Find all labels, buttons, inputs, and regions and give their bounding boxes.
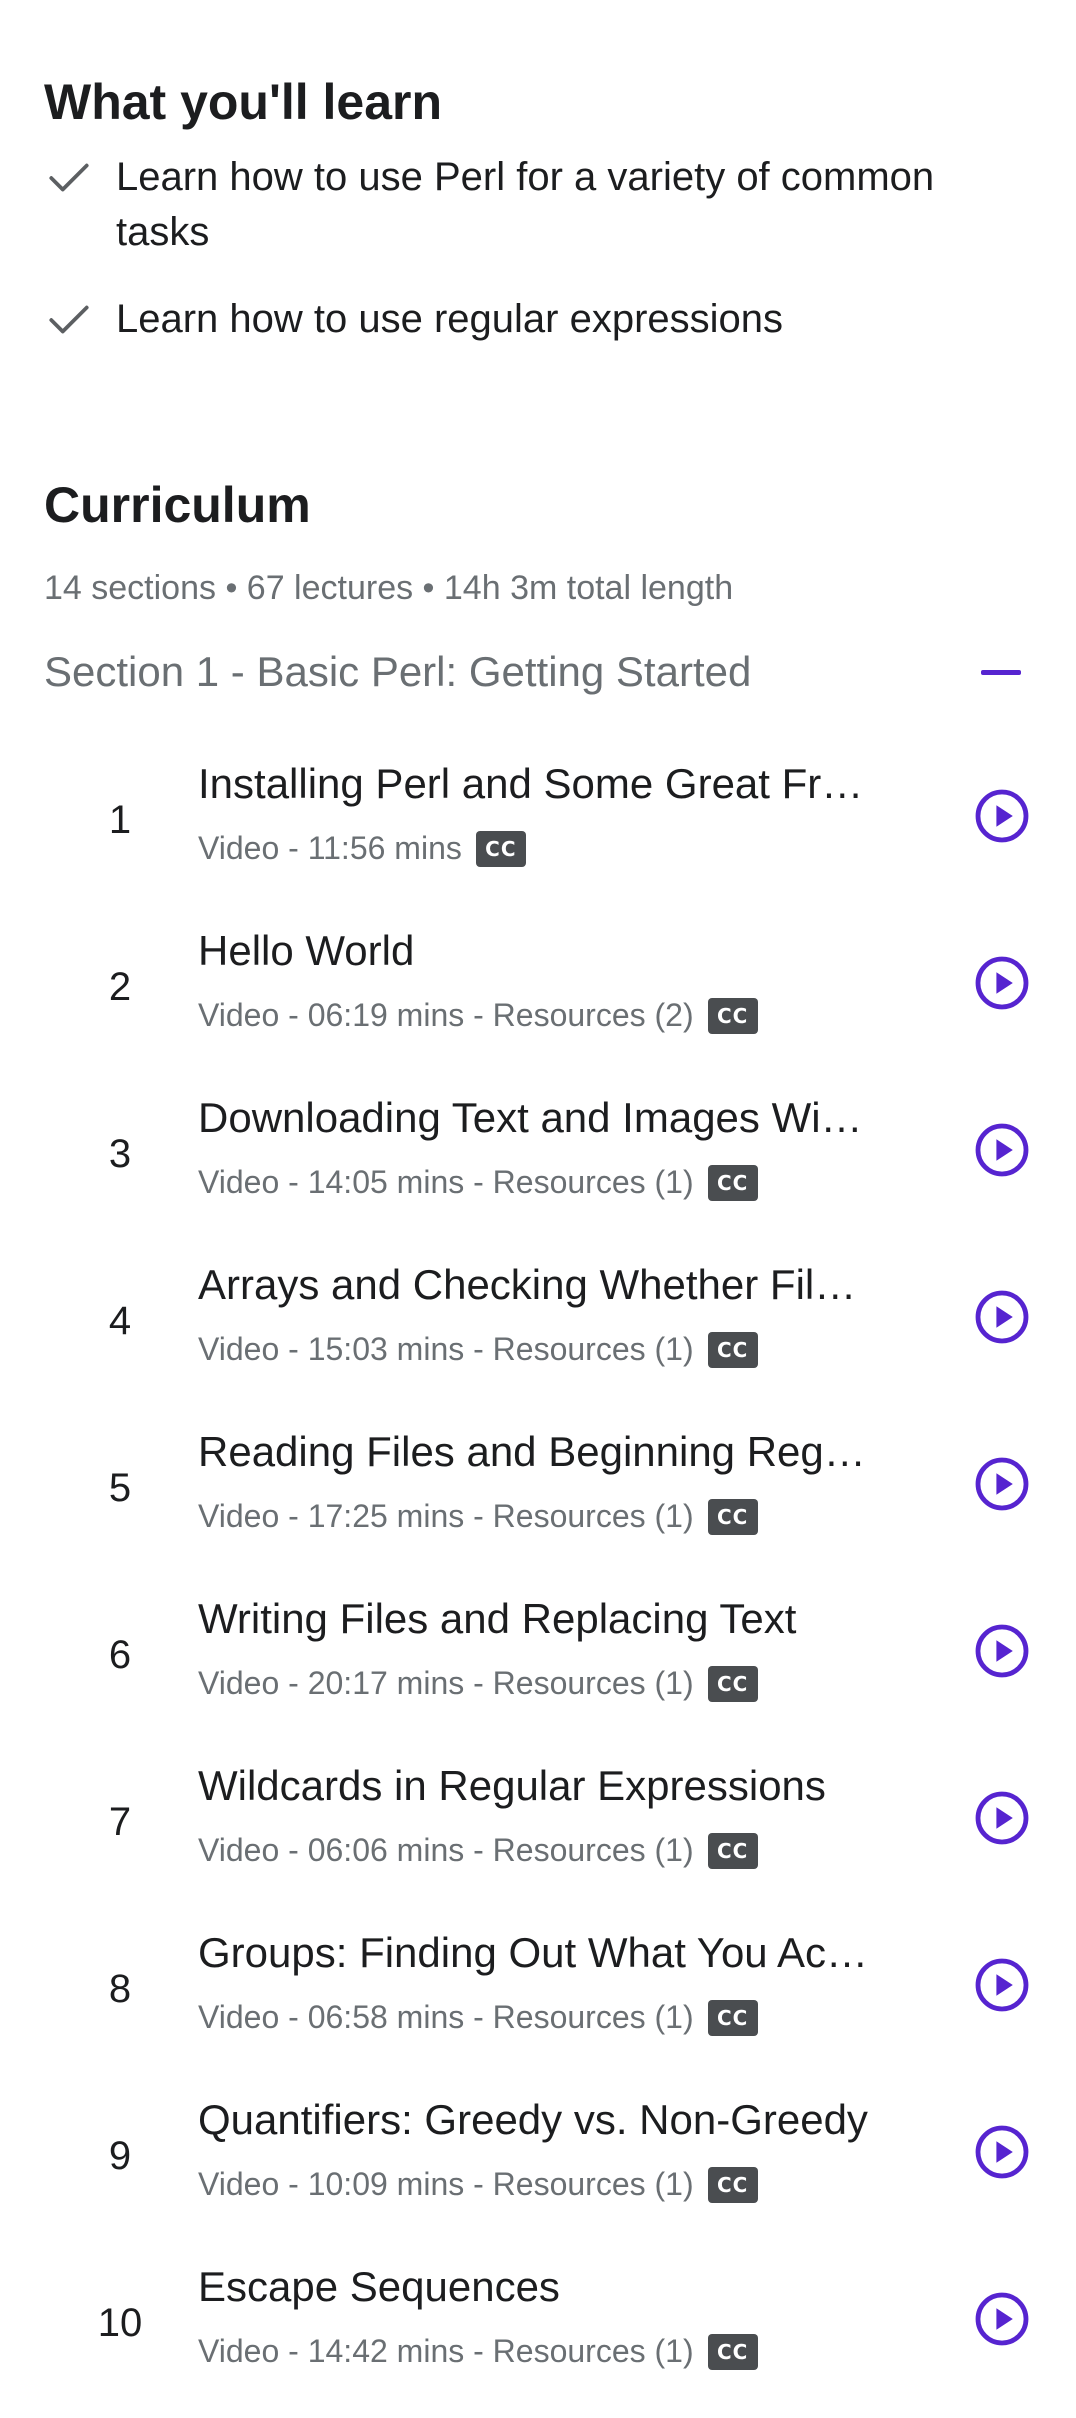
lecture-row[interactable]: 6 Writing Files and Replacing Text Video… bbox=[0, 1583, 1076, 1750]
section-title: Section 1 - Basic Perl: Getting Started bbox=[44, 648, 752, 695]
closed-captions-icon: CC bbox=[707, 2333, 758, 2370]
lecture-meta-row: Video - 10:09 mins - Resources (1) CC bbox=[198, 2166, 758, 2203]
check-icon bbox=[49, 305, 89, 334]
lecture-number: 9 bbox=[108, 2134, 132, 2178]
closed-captions-icon: CC bbox=[707, 1665, 758, 1702]
section-header[interactable]: Section 1 - Basic Perl: Getting Started bbox=[44, 644, 1034, 700]
lecture-title: Installing Perl and Some Great Fr… bbox=[198, 760, 864, 807]
play-circle-icon[interactable] bbox=[974, 788, 1030, 844]
play-circle-icon[interactable] bbox=[974, 1289, 1030, 1345]
lecture-meta: Video - 15:03 mins - Resources (1) bbox=[198, 1331, 694, 1367]
lecture-meta: Video - 06:19 mins - Resources (2) bbox=[198, 997, 694, 1033]
lecture-meta: Video - 10:09 mins - Resources (1) bbox=[198, 2166, 694, 2202]
lecture-meta-row: Video - 17:25 mins - Resources (1) CC bbox=[198, 1498, 758, 1535]
lecture-meta: Video - 17:25 mins - Resources (1) bbox=[198, 1498, 694, 1534]
lecture-row[interactable]: 1 Installing Perl and Some Great Fr… Vid… bbox=[0, 748, 1076, 915]
closed-captions-icon: CC bbox=[707, 1498, 758, 1535]
check-icon bbox=[49, 163, 89, 192]
lecture-title: Hello World bbox=[198, 927, 415, 974]
closed-captions-icon: CC bbox=[707, 1832, 758, 1869]
lecture-meta: Video - 06:58 mins - Resources (1) bbox=[198, 1999, 694, 2035]
learn-item: Learn how to use regular expressions bbox=[44, 292, 1034, 347]
lecture-title: Wildcards in Regular Expressions bbox=[198, 1762, 826, 1809]
lecture-number: 4 bbox=[108, 1299, 132, 1343]
lecture-meta-row: Video - 06:06 mins - Resources (1) CC bbox=[198, 1832, 758, 1869]
play-circle-icon[interactable] bbox=[974, 1456, 1030, 1512]
lecture-meta-row: Video - 06:58 mins - Resources (1) CC bbox=[198, 1999, 758, 2036]
lecture-row[interactable]: 8 Groups: Finding Out What You Ac… Video… bbox=[0, 1917, 1076, 2084]
lecture-meta: Video - 06:06 mins - Resources (1) bbox=[198, 1832, 694, 1868]
lecture-row[interactable]: 2 Hello World Video - 06:19 mins - Resou… bbox=[0, 915, 1076, 1082]
lecture-meta-row: Video - 20:17 mins - Resources (1) CC bbox=[198, 1665, 758, 1702]
play-circle-icon[interactable] bbox=[974, 2291, 1030, 2347]
what-youll-learn-section: What you'll learn Learn how to use Perl … bbox=[44, 72, 1034, 379]
lecture-title: Quantifiers: Greedy vs. Non-Greedy bbox=[198, 2096, 868, 2143]
curriculum-section: Curriculum 14 sections • 67 lectures • 1… bbox=[44, 475, 1034, 700]
learn-heading: What you'll learn bbox=[44, 74, 443, 130]
lecture-number: 3 bbox=[108, 1132, 132, 1176]
lecture-title: Escape Sequences bbox=[198, 2263, 560, 2310]
lecture-title: Reading Files and Beginning Reg… bbox=[198, 1428, 866, 1475]
lecture-number: 6 bbox=[108, 1633, 132, 1677]
closed-captions-icon: CC bbox=[707, 1999, 758, 2036]
lecture-meta-row: Video - 14:05 mins - Resources (1) CC bbox=[198, 1164, 758, 1201]
lecture-number: 5 bbox=[108, 1466, 132, 1510]
lecture-list: 1 Installing Perl and Some Great Fr… Vid… bbox=[0, 748, 1076, 2418]
play-circle-icon[interactable] bbox=[974, 955, 1030, 1011]
learn-item: Learn how to use Perl for a variety of c… bbox=[44, 150, 1034, 260]
play-circle-icon[interactable] bbox=[974, 2124, 1030, 2180]
play-circle-icon[interactable] bbox=[974, 1623, 1030, 1679]
lecture-row[interactable]: 4 Arrays and Checking Whether Fil… Video… bbox=[0, 1249, 1076, 1416]
lecture-title: Groups: Finding Out What You Ac… bbox=[198, 1929, 869, 1976]
play-circle-icon[interactable] bbox=[974, 1790, 1030, 1846]
lecture-number: 8 bbox=[108, 1967, 132, 2011]
closed-captions-icon: CC bbox=[707, 2166, 758, 2203]
learn-item-text: Learn how to use regular expressions bbox=[116, 297, 784, 341]
lecture-meta: Video - 20:17 mins - Resources (1) bbox=[198, 1665, 694, 1701]
lecture-title: Arrays and Checking Whether Fil… bbox=[198, 1261, 857, 1308]
lecture-meta: Video - 11:56 mins bbox=[198, 830, 462, 866]
closed-captions-icon: CC bbox=[707, 1164, 758, 1201]
lecture-meta-row: Video - 11:56 mins CC bbox=[198, 830, 526, 867]
closed-captions-icon: CC bbox=[707, 1331, 758, 1368]
lecture-number: 7 bbox=[108, 1800, 132, 1844]
lecture-title: Downloading Text and Images Wi… bbox=[198, 1094, 863, 1141]
curriculum-heading: Curriculum bbox=[44, 477, 311, 533]
learn-list: Learn how to use Perl for a variety of c… bbox=[44, 150, 1034, 347]
closed-captions-icon: CC bbox=[475, 830, 526, 867]
lecture-meta-row: Video - 15:03 mins - Resources (1) CC bbox=[198, 1331, 758, 1368]
lecture-meta: Video - 14:42 mins - Resources (1) bbox=[198, 2333, 694, 2369]
lecture-meta-row: Video - 06:19 mins - Resources (2) CC bbox=[198, 997, 758, 1034]
curriculum-meta: 14 sections • 67 lectures • 14h 3m total… bbox=[44, 569, 734, 607]
minus-icon[interactable] bbox=[978, 649, 1024, 695]
lecture-row[interactable]: 10 Escape Sequences Video - 14:42 mins -… bbox=[0, 2251, 1076, 2418]
lecture-number: 2 bbox=[108, 965, 132, 1009]
lecture-meta: Video - 14:05 mins - Resources (1) bbox=[198, 1164, 694, 1200]
learn-item-text: Learn how to use Perl for a variety of c… bbox=[116, 155, 935, 254]
lecture-row[interactable]: 5 Reading Files and Beginning Reg… Video… bbox=[0, 1416, 1076, 1583]
lecture-row[interactable]: 7 Wildcards in Regular Expressions Video… bbox=[0, 1750, 1076, 1917]
play-circle-icon[interactable] bbox=[974, 1122, 1030, 1178]
play-circle-icon[interactable] bbox=[974, 1957, 1030, 2013]
lecture-title: Writing Files and Replacing Text bbox=[198, 1595, 797, 1642]
lecture-number: 1 bbox=[108, 798, 132, 842]
lecture-meta-row: Video - 14:42 mins - Resources (1) CC bbox=[198, 2333, 758, 2370]
lecture-row[interactable]: 9 Quantifiers: Greedy vs. Non-Greedy Vid… bbox=[0, 2084, 1076, 2251]
closed-captions-icon: CC bbox=[707, 997, 758, 1034]
lecture-number: 10 bbox=[97, 2301, 143, 2345]
lecture-row[interactable]: 3 Downloading Text and Images Wi… Video … bbox=[0, 1082, 1076, 1249]
